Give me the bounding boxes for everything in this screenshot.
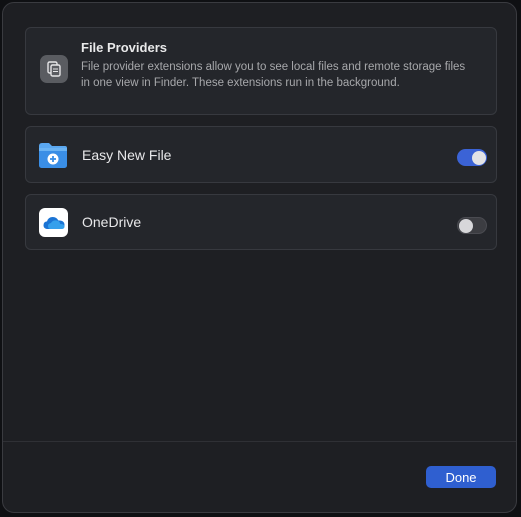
onedrive-cloud-icon [39,208,68,237]
done-button[interactable]: Done [426,466,496,488]
file-providers-sheet: File Providers File provider extensions … [2,2,517,513]
blue-folder-plus-icon [37,140,69,170]
onedrive-toggle[interactable] [457,217,487,234]
extension-row-easy-new-file: Easy New File [25,126,497,183]
extension-name: Easy New File [82,147,172,163]
easy-new-file-toggle[interactable] [457,149,487,166]
extension-row-onedrive: OneDrive [25,194,497,250]
info-title: File Providers [81,40,167,55]
extension-name: OneDrive [82,214,142,230]
toggle-knob [459,219,473,233]
info-panel: File Providers File provider extensions … [25,27,497,115]
toggle-knob [471,150,486,165]
info-description: File provider extensions allow you to se… [81,61,466,89]
documents-icon [40,55,68,83]
footer-divider [3,441,516,442]
